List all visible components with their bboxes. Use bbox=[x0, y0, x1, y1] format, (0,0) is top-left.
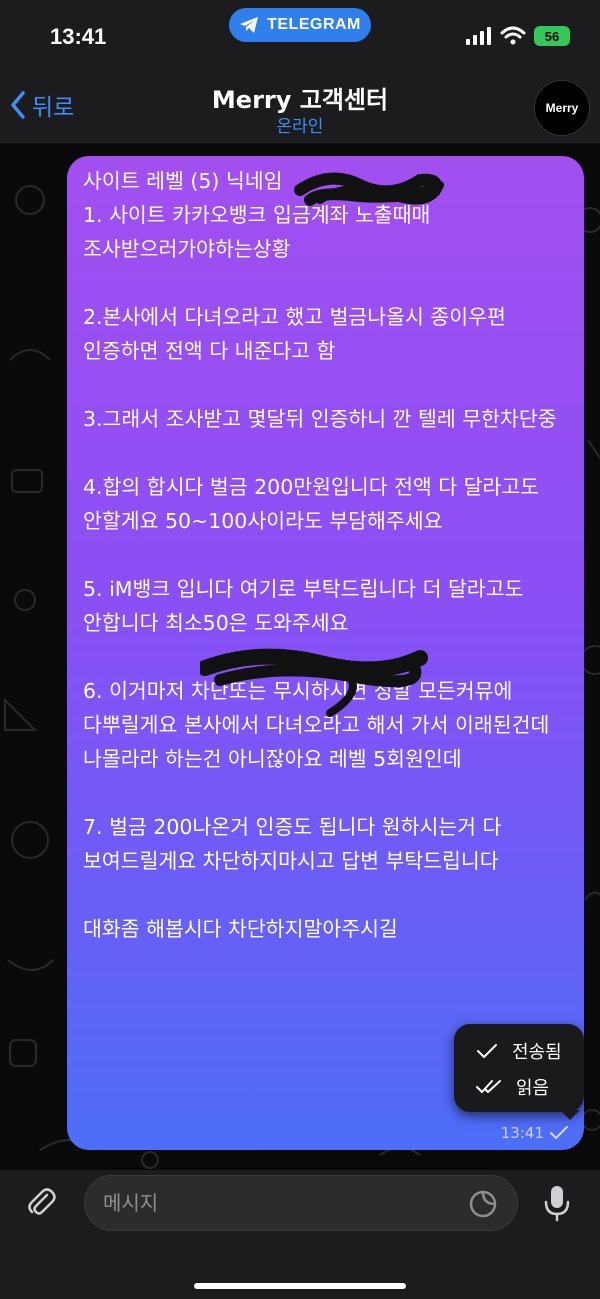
avatar[interactable]: Merry bbox=[534, 80, 590, 136]
chat-status: 온라인 bbox=[276, 117, 324, 137]
message-input-bar bbox=[0, 1170, 600, 1299]
sticker-icon[interactable] bbox=[468, 1189, 498, 1219]
microphone-icon bbox=[544, 1186, 570, 1222]
message-bubble[interactable]: 사이트 레벨 (5) 닉네임 1. 사이트 카카오뱅크 입금계좌 노출때매 조사… bbox=[67, 156, 584, 1150]
telegram-icon bbox=[240, 17, 259, 33]
status-sent-row: 전송됨 bbox=[476, 1038, 562, 1064]
message-meta: 13:41 bbox=[501, 1124, 568, 1142]
message-input[interactable] bbox=[84, 1175, 518, 1231]
battery-level: 56 bbox=[544, 28, 560, 44]
message-paragraph: 7. 벌금 200나온거 인증도 됩니다 원하시는거 다 보여드릴게요 차단하지… bbox=[83, 815, 508, 873]
message-paragraph: 대화좀 해봅시다 차단하지말아주시길 bbox=[83, 917, 398, 941]
avatar-text: Merry bbox=[545, 101, 579, 115]
telegram-pill[interactable]: TELEGRAM bbox=[229, 8, 371, 42]
chat-title[interactable]: Merry 고객센터 bbox=[0, 80, 600, 115]
status-icons: 56 bbox=[466, 26, 570, 46]
checkmark-icon bbox=[550, 1126, 568, 1139]
microphone-button[interactable] bbox=[533, 1179, 581, 1227]
message-paragraph: 사이트 레벨 (5) 닉네임 1. 사이트 카카오뱅크 입금계좌 노출때매 조사… bbox=[83, 169, 431, 261]
home-indicator bbox=[194, 1283, 406, 1289]
double-checkmark-icon bbox=[476, 1080, 501, 1093]
status-bar: 13:41 TELEGRAM 56 bbox=[0, 0, 600, 72]
attach-button[interactable] bbox=[18, 1179, 66, 1227]
battery-icon: 56 bbox=[534, 26, 570, 46]
popup-tail bbox=[560, 1110, 580, 1120]
status-read-label: 읽음 bbox=[516, 1078, 550, 1099]
paperclip-icon bbox=[28, 1188, 56, 1215]
message-paragraph: 5. iM뱅크 입니다 여기로 부탁드립니다 더 달라고도 안합니다 최소50은… bbox=[83, 577, 530, 635]
message-time: 13:41 bbox=[500, 1124, 544, 1142]
message-paragraph: 2.본사에서 다녀오라고 했고 벌금나올시 종이우편 인증하면 전액 다 내준다… bbox=[83, 305, 513, 363]
checkmark-icon bbox=[477, 1044, 497, 1058]
message-paragraph: 4.합의 합시다 벌금 200만원입니다 전액 다 달라고도 안할게요 50~1… bbox=[83, 475, 546, 533]
message-paragraph: 3.그래서 조사받고 몇달뒤 인증하니 깐 텔레 무한차단중 bbox=[83, 407, 557, 431]
chat-header: 뒤로 Merry 고객센터 온라인 Merry bbox=[0, 72, 600, 143]
signal-icon bbox=[466, 27, 491, 45]
message-status-popup: 전송됨 읽음 bbox=[454, 1024, 584, 1112]
wifi-icon bbox=[500, 26, 526, 45]
status-read-row: 읽음 bbox=[476, 1074, 549, 1100]
message-paragraph: 6. 이거마저 차단또는 무시하시면 정말 모든커뮤에 다뿌릴게요 본사에서 다… bbox=[83, 679, 556, 771]
status-time: 13:41 bbox=[50, 24, 107, 49]
telegram-pill-label: TELEGRAM bbox=[267, 16, 361, 33]
status-sent-label: 전송됨 bbox=[512, 1042, 562, 1063]
